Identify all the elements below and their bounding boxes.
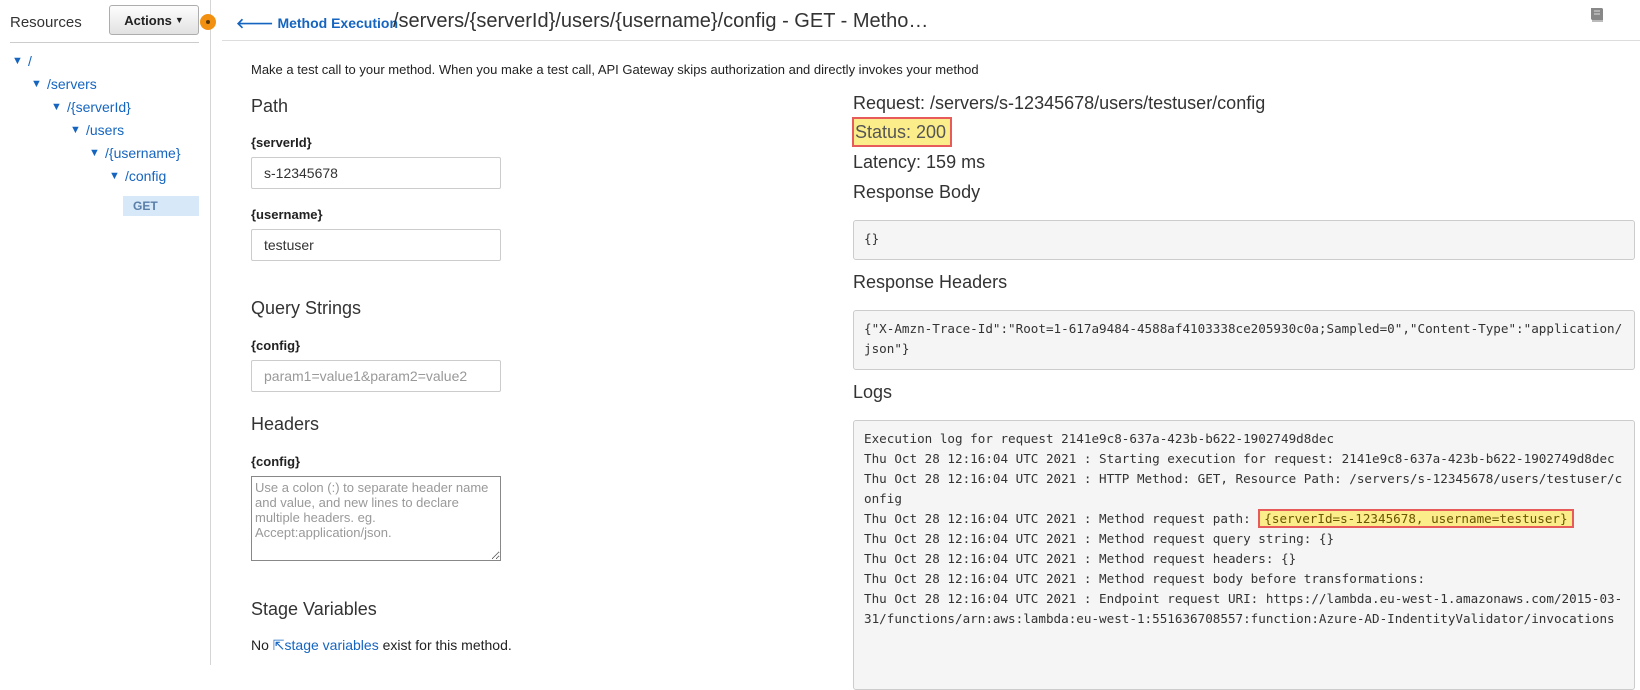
server-id-label: {serverId} (251, 135, 312, 150)
query-config-label: {config} (251, 338, 301, 353)
resources-title: Resources (10, 14, 82, 31)
response-headers-heading: Response Headers (853, 272, 1008, 292)
tree-item-label[interactable]: /config (125, 168, 166, 184)
headers-config-label: {config} (251, 454, 301, 469)
log-line-text: Thu Oct 28 12:16:04 UTC 2021 : Method re… (864, 511, 1259, 526)
status-badge: Status: 200 (852, 117, 953, 147)
tree-item-username[interactable]: ▼ /{username} (89, 145, 181, 161)
caret-down-icon[interactable]: ▼ (12, 55, 28, 67)
tree-item-label[interactable]: /servers (47, 76, 97, 92)
tree-item-serverid[interactable]: ▼ /{serverId} (51, 99, 131, 115)
response-body-box: {} (853, 220, 1635, 260)
log-line: Thu Oct 28 12:16:04 UTC 2021 : Starting … (864, 451, 1615, 466)
username-label: {username} (251, 207, 323, 222)
resources-sidebar: Resources Actions ▼ ▼ / ▼ /servers ▼ /{s… (0, 0, 211, 665)
username-input[interactable] (251, 229, 501, 261)
log-line: Execution log for request 2141e9c8-637a-… (864, 431, 1335, 446)
latency-text: Latency: 159 ms (853, 152, 986, 172)
caret-down-icon[interactable]: ▼ (51, 101, 67, 113)
logs-heading: Logs (853, 382, 893, 402)
stage-variables-text: No ⇱stage variables exist for this metho… (251, 637, 512, 654)
query-strings-heading: Query Strings (251, 298, 362, 318)
headers-heading: Headers (251, 414, 320, 434)
tree-item-label[interactable]: /{username} (105, 145, 181, 161)
log-line: Thu Oct 28 12:16:04 UTC 2021 : Method re… (864, 571, 1426, 586)
stage-variables-link[interactable]: ⇱stage variables (273, 637, 379, 653)
logs-box: Execution log for request 2141e9c8-637a-… (853, 420, 1635, 690)
server-id-input[interactable] (251, 157, 501, 189)
external-link-icon: ⇱ (272, 637, 285, 653)
stage-link-label[interactable]: stage variables (285, 637, 379, 653)
tree-item-users[interactable]: ▼ /users (70, 122, 124, 138)
request-text: Request: /servers/s-12345678/users/testu… (853, 93, 1266, 113)
arrow-left-icon: 🡐 (236, 15, 274, 31)
path-heading: Path (251, 96, 289, 116)
caret-down-icon[interactable]: ▼ (109, 170, 125, 182)
sidebar-divider (10, 42, 199, 43)
tree-item-root[interactable]: ▼ / (12, 53, 32, 69)
intro-text: Make a test call to your method. When yo… (251, 62, 979, 77)
log-line: Thu Oct 28 12:16:04 UTC 2021 : Method re… (864, 551, 1297, 566)
stage-text-pre: No (251, 637, 273, 653)
header-divider (222, 40, 1640, 41)
method-execution-back-link[interactable]: 🡐 Method Execution (236, 15, 398, 32)
book-icon[interactable] (1588, 7, 1606, 23)
page-title: /servers/{serverId}/users/{username}/con… (393, 10, 929, 32)
response-headers-box: {"X-Amzn-Trace-Id":"Root=1-617a9484-4588… (853, 310, 1635, 370)
tree-item-get-method[interactable]: GET (123, 196, 199, 216)
log-line: Thu Oct 28 12:16:04 UTC 2021 : HTTP Meth… (864, 471, 1623, 506)
back-link-label: Method Execution (277, 15, 398, 31)
stage-text-post: exist for this method. (378, 637, 512, 653)
tree-item-servers[interactable]: ▼ /servers (31, 76, 97, 92)
log-line: Thu Oct 28 12:16:04 UTC 2021 : Method re… (864, 509, 1624, 529)
highlighted-path-params: {serverId=s-12345678, username=testuser} (1258, 509, 1574, 528)
caret-down-icon: ▼ (174, 15, 184, 25)
actions-label: Actions (124, 12, 172, 28)
response-body-heading: Response Body (853, 182, 981, 202)
caret-down-icon[interactable]: ▼ (31, 78, 47, 90)
log-line: Thu Oct 28 12:16:04 UTC 2021 : Endpoint … (864, 591, 1623, 626)
tree-item-label[interactable]: /{serverId} (67, 99, 131, 115)
query-string-input[interactable] (251, 360, 501, 392)
headers-textarea[interactable] (251, 476, 501, 561)
actions-button[interactable]: Actions ▼ (109, 5, 199, 35)
tree-item-label[interactable]: / (28, 53, 32, 69)
caret-down-icon[interactable]: ▼ (70, 124, 86, 136)
tree-item-label[interactable]: /users (86, 122, 124, 138)
log-line: Thu Oct 28 12:16:04 UTC 2021 : Method re… (864, 531, 1335, 546)
tree-item-config[interactable]: ▼ /config (109, 168, 166, 184)
sidebar-collapse-indicator-icon[interactable] (200, 14, 216, 30)
stage-variables-heading: Stage Variables (251, 599, 377, 619)
caret-down-icon[interactable]: ▼ (89, 147, 105, 159)
